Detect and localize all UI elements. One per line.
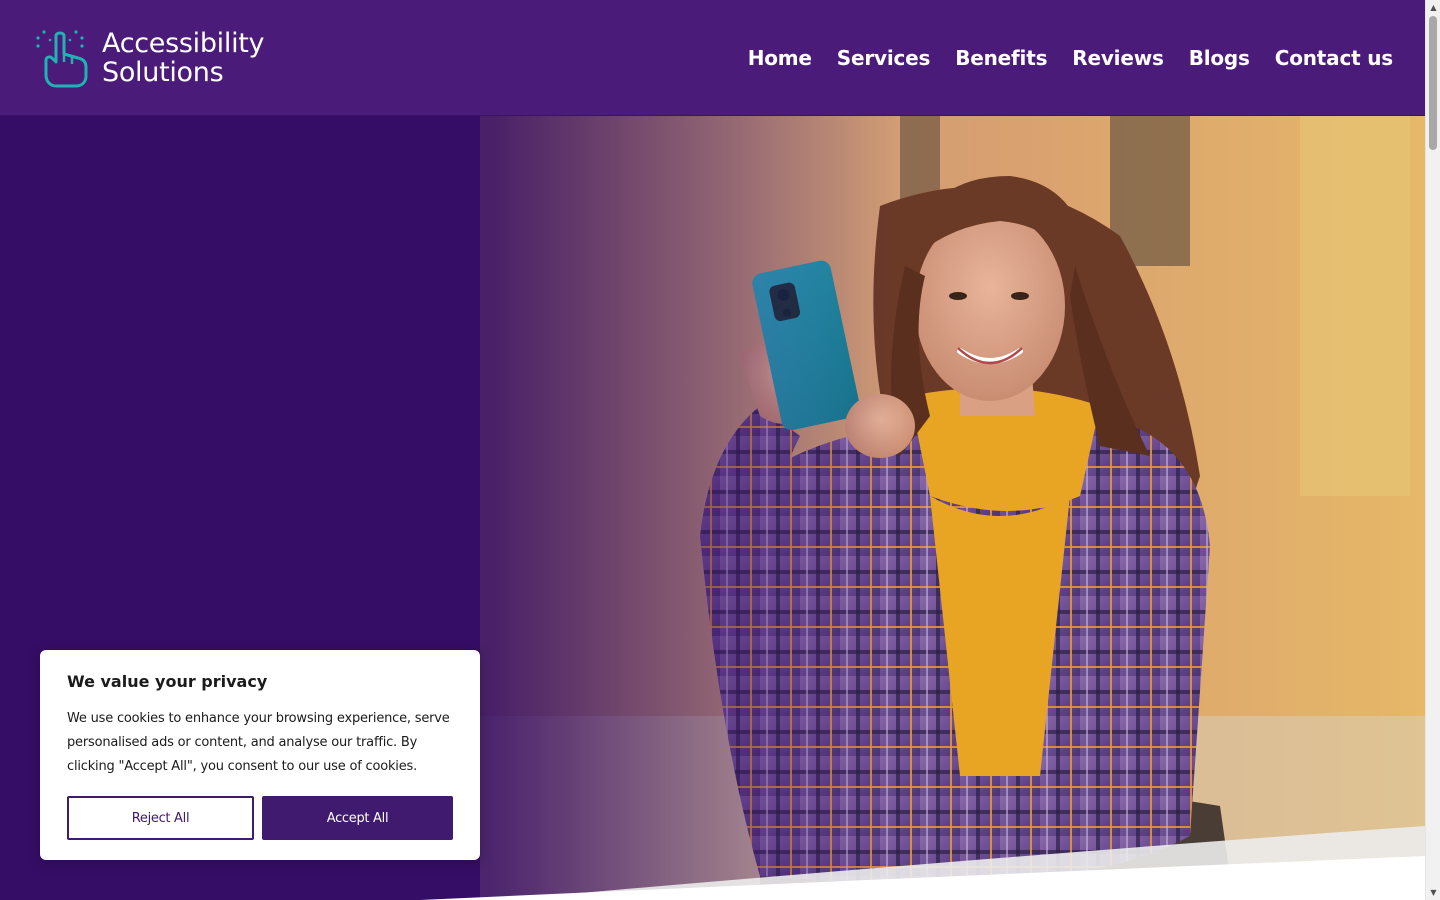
cookie-actions: Reject All Accept All bbox=[67, 796, 453, 840]
site-header: Accessibility Solutions Home Services Be… bbox=[0, 0, 1425, 116]
page: Accessibility Solutions Home Services Be… bbox=[0, 0, 1440, 900]
site-logo[interactable]: Accessibility Solutions bbox=[34, 27, 265, 88]
pointing-hand-icon bbox=[36, 29, 88, 87]
cookie-description: We use cookies to enhance your browsing … bbox=[67, 711, 450, 774]
accept-all-button[interactable]: Accept All bbox=[262, 796, 453, 840]
reject-all-button[interactable]: Reject All bbox=[67, 796, 254, 840]
nav-home[interactable]: Home bbox=[748, 46, 812, 70]
nav-benefits[interactable]: Benefits bbox=[955, 46, 1047, 70]
scroll-thumb[interactable] bbox=[1429, 16, 1437, 150]
cookie-title: We value your privacy bbox=[67, 672, 268, 691]
nav-contact-us[interactable]: Contact us bbox=[1275, 46, 1393, 70]
nav-blogs[interactable]: Blogs bbox=[1189, 46, 1250, 70]
scroll-down-arrow-icon[interactable]: ▼ bbox=[1426, 885, 1440, 900]
main-nav: Home Services Benefits Reviews Blogs Con… bbox=[748, 46, 1394, 70]
cookie-consent-banner: We value your privacy We use cookies to … bbox=[40, 650, 480, 860]
brand-name-line1: Accessibility bbox=[102, 27, 265, 59]
nav-reviews[interactable]: Reviews bbox=[1072, 46, 1164, 70]
brand-name: Accessibility Solutions bbox=[102, 27, 265, 88]
brand-name-line2: Solutions bbox=[102, 56, 224, 88]
page-scrollbar[interactable]: ▲ ▼ bbox=[1425, 0, 1440, 900]
nav-services[interactable]: Services bbox=[837, 46, 931, 70]
scroll-up-arrow-icon[interactable]: ▲ bbox=[1426, 0, 1440, 15]
